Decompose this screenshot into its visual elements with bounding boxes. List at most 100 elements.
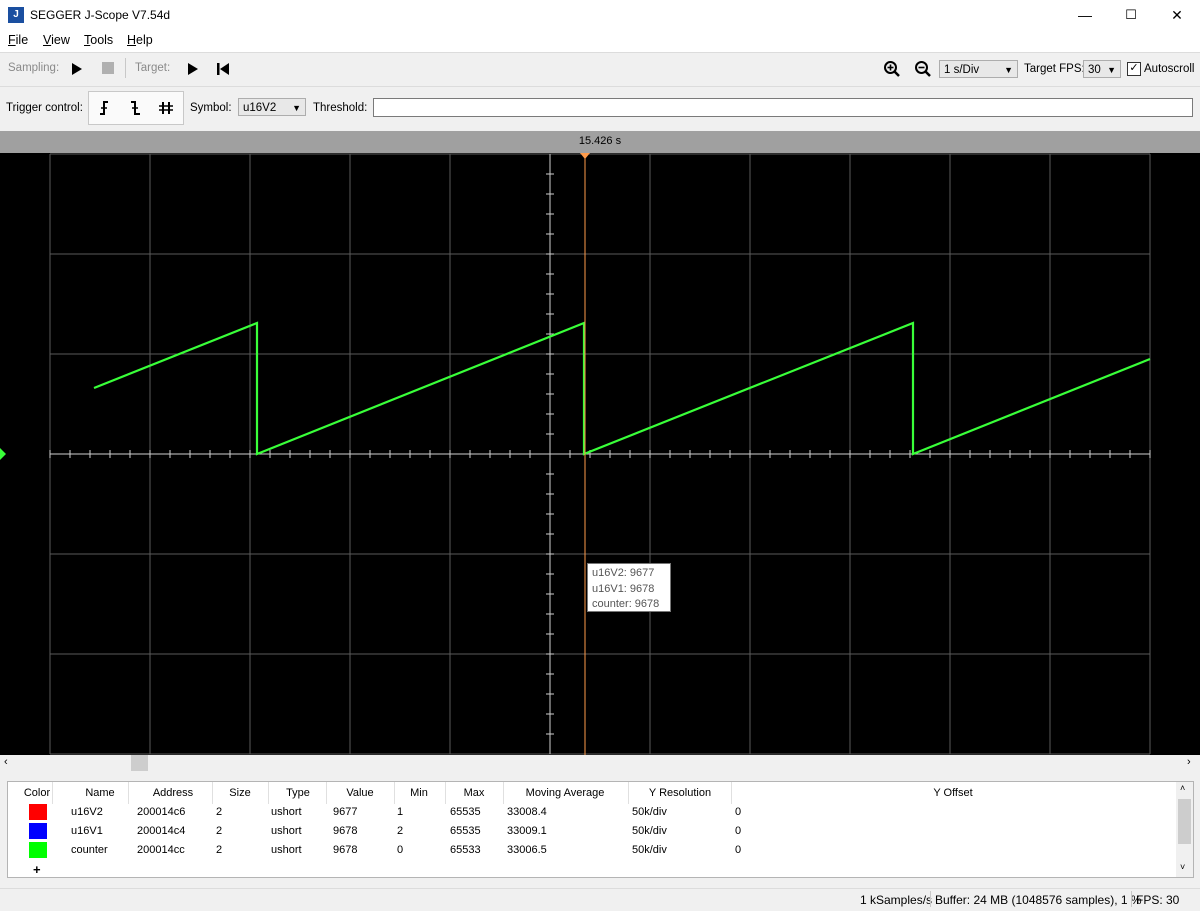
cell-max: 65533 [450,844,481,856]
cell-name: counter [71,844,108,856]
close-button[interactable]: ✕ [1154,0,1200,30]
time-cursor-marker [580,153,590,159]
tooltip-counter: counter: 9678 [592,598,660,610]
cell-yoff: 0 [735,806,742,818]
sample-rate-status: 1 kSamples/s [860,893,933,907]
column-separator [128,782,129,804]
channel-color-swatch[interactable] [29,842,47,858]
cell-yres: 50k/div [632,825,667,837]
window-title: SEGGER J-Scope V7.54d [30,8,171,22]
autoscroll-label: Autoscroll [1144,63,1195,75]
zoom-out-icon[interactable] [914,60,932,78]
tooltip-u16v2: u16V2: 9677 [592,567,655,579]
cell-yres: 50k/div [632,844,667,856]
threshold-input[interactable] [373,98,1193,117]
channel-color-swatch[interactable] [29,823,47,839]
column-separator [268,782,269,804]
horizontal-scroll-thumb[interactable] [131,755,148,771]
cell-address: 200014cc [137,844,185,856]
cell-yoff: 0 [735,825,742,837]
column-separator [503,782,504,804]
trigger-control-label: Trigger control: [6,102,83,114]
cell-value: 9677 [333,806,358,818]
cell-address: 200014c4 [137,825,186,837]
column-separator [628,782,629,804]
scope-display[interactable] [0,153,1200,755]
status-separator [1131,891,1132,907]
status-separator [930,891,931,907]
scroll-left-icon[interactable]: ‹ [4,756,8,768]
target-reset-icon[interactable] [216,62,230,76]
cell-name: u16V2 [71,806,103,818]
column-separator [394,782,395,804]
cell-max: 65535 [450,806,481,818]
timebase-value: 1 s/Div [944,64,980,76]
autoscroll-checkbox[interactable]: ✓ [1127,62,1141,76]
column-header-y-resolution[interactable]: Y Resolution [620,787,740,799]
app-logo-icon: J [8,7,24,23]
sampling-play-icon[interactable] [70,62,84,76]
sampling-label: Sampling: [8,62,60,74]
zoom-in-icon[interactable] [883,60,901,78]
fps-value: 30 [1088,64,1101,76]
timebase-select[interactable]: 1 s/Div ▼ [939,60,1018,78]
title-bar [0,0,1200,30]
add-channel-button[interactable]: + [33,862,41,877]
symbol-select[interactable]: u16V2 ▼ [238,98,306,116]
cell-value: 9678 [333,844,358,856]
both-edges-icon[interactable] [155,97,177,119]
column-separator [445,782,446,804]
menu-view[interactable]: View [43,33,70,47]
fps-select[interactable]: 30 ▼ [1083,60,1121,78]
maximize-button[interactable]: ☐ [1108,0,1154,30]
cell-type: ushort [271,825,302,837]
chevron-down-icon: ▼ [1004,65,1013,75]
minimize-button[interactable]: — [1062,0,1108,30]
threshold-label: Threshold: [313,102,368,114]
chevron-down-icon: ▼ [1107,65,1116,75]
column-header-y-offset[interactable]: Y Offset [893,787,1013,799]
horizontal-scrollbar[interactable] [0,755,1200,772]
cursor-time-readout: 15.426 s [578,135,622,147]
symbol-label: Symbol: [190,102,232,114]
cursor-tooltip: u16V2: 9677 u16V1: 9678 counter: 9678 [587,563,671,612]
menu-file[interactable]: File [8,33,28,47]
column-separator [731,782,732,804]
target-play-icon[interactable] [186,62,200,76]
trigger-buttons-group [88,91,184,125]
scroll-up-icon[interactable]: ˄ [1180,783,1185,793]
cell-size: 2 [216,825,223,837]
y-offset-marker [0,448,6,460]
cell-size: 2 [216,844,223,856]
cell-max: 65535 [450,825,481,837]
column-header-moving-average[interactable]: Moving Average [505,787,625,799]
scroll-down-icon[interactable]: ˅ [1180,862,1185,872]
cell-type: ushort [271,844,302,856]
main-toolbar [0,52,1200,87]
cell-min: 1 [397,806,404,818]
column-separator [52,782,53,804]
column-separator [212,782,213,804]
channel-color-swatch[interactable] [29,804,47,820]
cell-address: 200014c6 [137,806,186,818]
counter-trace [93,321,1151,456]
falling-edge-icon[interactable] [125,97,147,119]
menu-help[interactable]: Help [127,33,153,47]
vertical-scroll-thumb[interactable] [1178,799,1191,844]
buffer-status: Buffer: 24 MB (1048576 samples), 1 % [935,893,1142,907]
menu-tools[interactable]: Tools [84,33,113,47]
sampling-stop-icon[interactable] [102,62,114,74]
cell-min: 2 [397,825,404,837]
cell-avg: 33009.1 [507,825,547,837]
menu-bar [0,30,1200,52]
fps-label: Target FPS: [1024,63,1085,75]
cell-avg: 33006.5 [507,844,547,856]
column-separator [326,782,327,804]
cell-min: 0 [397,844,404,856]
scroll-right-icon[interactable]: › [1187,756,1191,768]
cell-yoff: 0 [735,844,742,856]
cell-name: u16V1 [71,825,103,837]
target-label: Target: [135,62,171,74]
rising-edge-icon[interactable] [95,97,117,119]
cell-size: 2 [216,806,223,818]
